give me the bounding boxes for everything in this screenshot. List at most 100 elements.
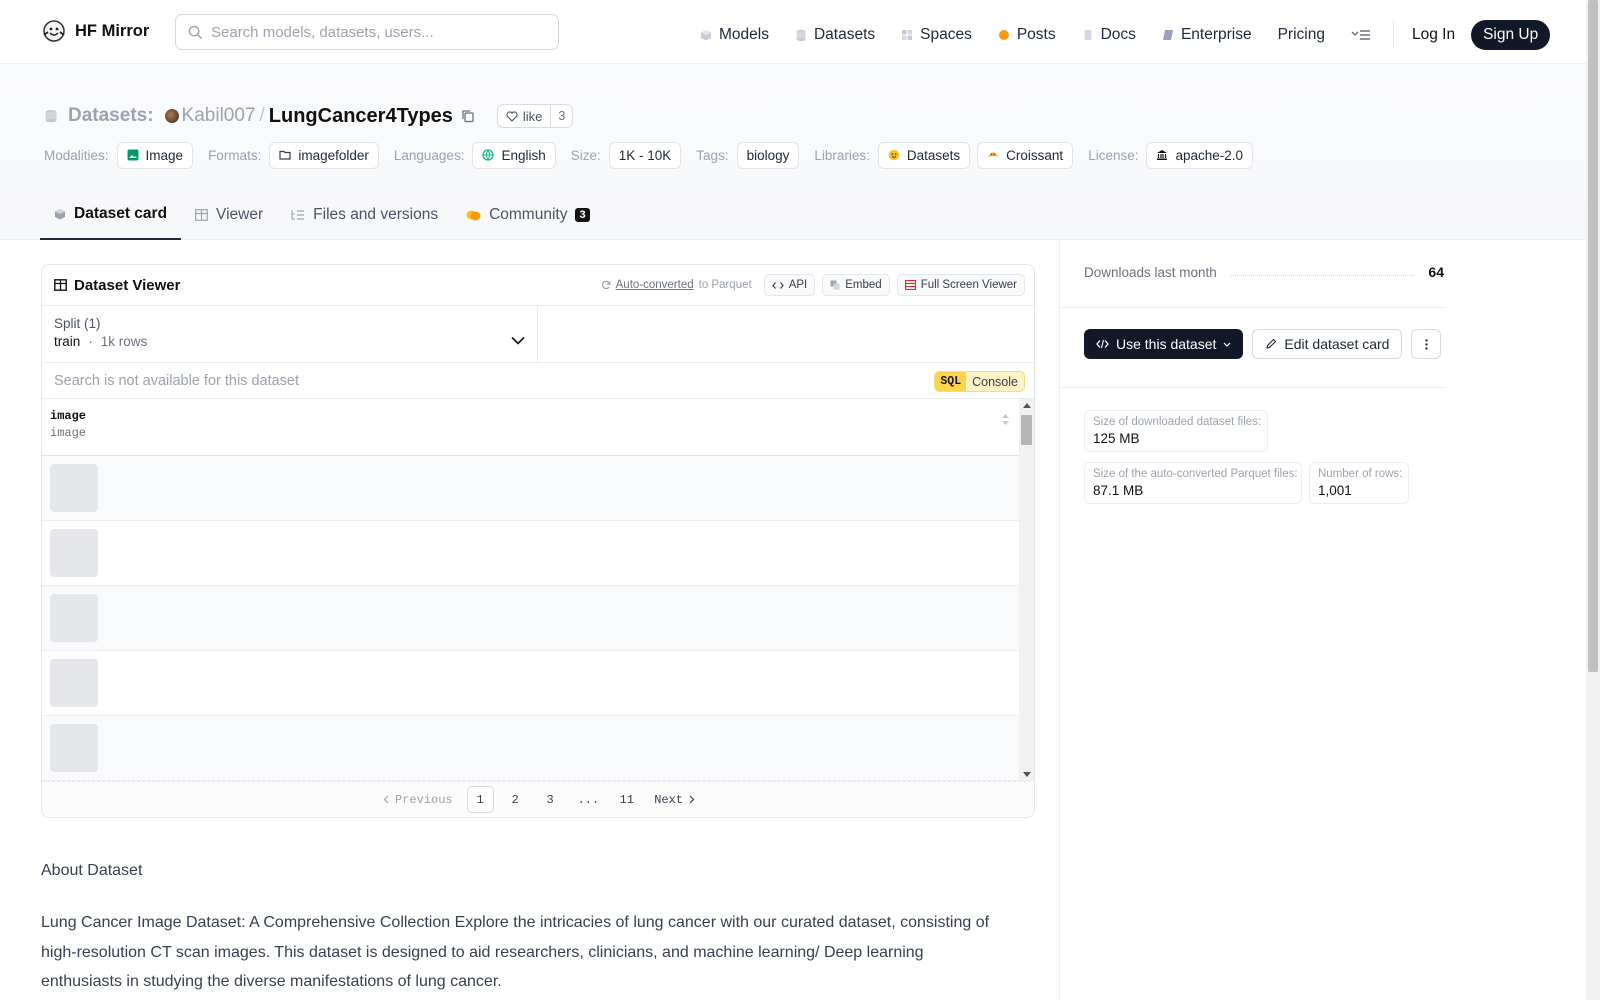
table-row[interactable]: [42, 716, 1020, 781]
signup-button[interactable]: Sign Up: [1471, 20, 1551, 50]
owner-link[interactable]: Kabil007: [182, 105, 256, 127]
tab-viewer[interactable]: Viewer: [181, 190, 277, 240]
image-thumbnail[interactable]: [50, 724, 98, 772]
scroll-down-icon[interactable]: [1023, 772, 1031, 777]
image-thumbnail[interactable]: [50, 464, 98, 512]
search-icon: [188, 25, 203, 39]
tag-modality[interactable]: Image: [116, 141, 194, 169]
edit-dataset-card-button[interactable]: Edit dataset card: [1252, 329, 1403, 359]
nav-spaces-label: Spaces: [920, 26, 972, 43]
tag-library-croissant[interactable]: Croissant: [977, 141, 1074, 169]
previous-page-button[interactable]: Previous: [377, 786, 459, 813]
scroll-up-icon[interactable]: [1023, 403, 1031, 408]
sidebar-actions: Use this dataset Edit dataset card: [1084, 329, 1442, 359]
page-button[interactable]: 2: [502, 786, 529, 813]
about-description: Lung Cancer Image Dataset: A Comprehensi…: [41, 914, 990, 990]
cube-icon: [701, 30, 711, 41]
chevron-right-icon: [689, 795, 695, 804]
download-size-value: 125 MB: [1093, 431, 1140, 446]
community-icon: [466, 210, 481, 220]
table-row[interactable]: [42, 651, 1020, 716]
table-row[interactable]: [42, 586, 1020, 651]
tag-library-datasets[interactable]: Datasets: [877, 141, 971, 169]
database-icon: [796, 29, 806, 41]
split-rows: 1k rows: [100, 334, 148, 349]
repo-header: Datasets: Kabil007 / LungCancer4Types li…: [0, 64, 1586, 240]
page-scrollbar-thumb[interactable]: [1588, 0, 1598, 672]
page-button[interactable]: 1: [466, 786, 494, 813]
login-link[interactable]: Log In: [1412, 26, 1455, 44]
tags-label: Tags:: [696, 147, 729, 163]
tag-license[interactable]: apache-2.0: [1146, 141, 1254, 169]
split-separator: ·: [88, 334, 93, 349]
next-page-button[interactable]: Next: [648, 786, 701, 813]
nav-divider: [1392, 21, 1394, 49]
fullscreen-viewer-button[interactable]: Full Screen Viewer: [896, 274, 1025, 296]
docs-icon: [1084, 30, 1092, 40]
sql-console-button[interactable]: SQL Console: [934, 371, 1025, 392]
sort-icon[interactable]: [1001, 413, 1010, 426]
tag-biology[interactable]: biology: [736, 141, 800, 169]
nav-pricing[interactable]: Pricing: [1278, 26, 1325, 44]
page-button[interactable]: 11: [613, 786, 640, 813]
tab-dataset-card[interactable]: Dataset card: [40, 190, 182, 240]
api-button[interactable]: API: [763, 274, 816, 296]
image-thumbnail[interactable]: [50, 594, 98, 642]
files-icon: [291, 210, 305, 220]
split-row: Split (1) train · 1k rows: [42, 306, 1034, 363]
chevron-down-icon: [511, 336, 525, 345]
tag-size[interactable]: 1K - 10K: [608, 141, 682, 169]
more-options-button[interactable]: [1411, 329, 1442, 359]
tag-license-label: apache-2.0: [1175, 147, 1244, 163]
section-label: Datasets:: [68, 105, 154, 126]
tab-files-versions[interactable]: Files and versions: [277, 190, 452, 240]
nav-spaces[interactable]: Spaces: [901, 26, 972, 44]
split-selector[interactable]: Split (1) train · 1k rows: [42, 306, 538, 362]
nav-docs[interactable]: Docs: [1082, 26, 1136, 44]
menu-icon: [1351, 30, 1370, 40]
to-parquet-label: to Parquet: [698, 279, 752, 291]
page-button[interactable]: 3: [537, 786, 564, 813]
brand-link[interactable]: HF Mirror: [42, 19, 149, 43]
column-name: image: [50, 409, 87, 423]
table-scrollbar[interactable]: [1019, 399, 1034, 781]
like-button[interactable]: like 3: [496, 104, 574, 128]
column-header-image[interactable]: image image: [42, 399, 1020, 456]
nav-posts[interactable]: Posts: [998, 26, 1056, 44]
nav-models[interactable]: Models: [700, 26, 769, 44]
image-icon: [127, 149, 139, 161]
embed-button[interactable]: Embed: [822, 274, 890, 296]
use-dataset-button[interactable]: Use this dataset: [1084, 329, 1244, 359]
sql-badge: SQL: [935, 372, 967, 391]
code-icon: [771, 281, 784, 289]
viewer-header: Dataset Viewer Auto-converted to Parquet…: [42, 265, 1034, 306]
repo-name[interactable]: LungCancer4Types: [269, 105, 453, 128]
global-search[interactable]: [175, 14, 559, 50]
nav-enterprise[interactable]: Enterprise: [1162, 26, 1252, 44]
table-row[interactable]: [42, 521, 1020, 586]
like-toggle[interactable]: like: [498, 105, 551, 127]
brand-name: HF Mirror: [75, 21, 150, 40]
use-dataset-label: Use this dataset: [1116, 336, 1217, 352]
tag-format-label: imagefolder: [298, 147, 369, 163]
like-label: like: [522, 108, 543, 124]
global-search-input[interactable]: [211, 23, 541, 41]
image-thumbnail[interactable]: [50, 659, 98, 707]
scrollbar-thumb[interactable]: [1021, 415, 1032, 445]
tag-format[interactable]: imagefolder: [269, 141, 379, 169]
more-menu-button[interactable]: [1351, 29, 1371, 41]
viewer-search-input[interactable]: [54, 372, 654, 389]
tab-community[interactable]: Community 3: [452, 190, 604, 240]
bank-icon: [1157, 150, 1168, 160]
pagination: Previous 1 2 3 ... 11 Next: [42, 781, 1034, 817]
split-count-label: Split (1): [54, 316, 101, 331]
viewer-title: Dataset Viewer: [54, 277, 180, 294]
nav-datasets[interactable]: Datasets: [795, 26, 875, 44]
like-count[interactable]: 3: [550, 105, 572, 127]
tag-language[interactable]: English: [472, 141, 556, 169]
copy-icon[interactable]: [461, 109, 475, 123]
table-row[interactable]: [42, 456, 1020, 521]
page-scrollbar[interactable]: [1586, 0, 1600, 1000]
image-thumbnail[interactable]: [50, 529, 98, 577]
auto-converted-link[interactable]: Auto-converted: [616, 279, 694, 291]
